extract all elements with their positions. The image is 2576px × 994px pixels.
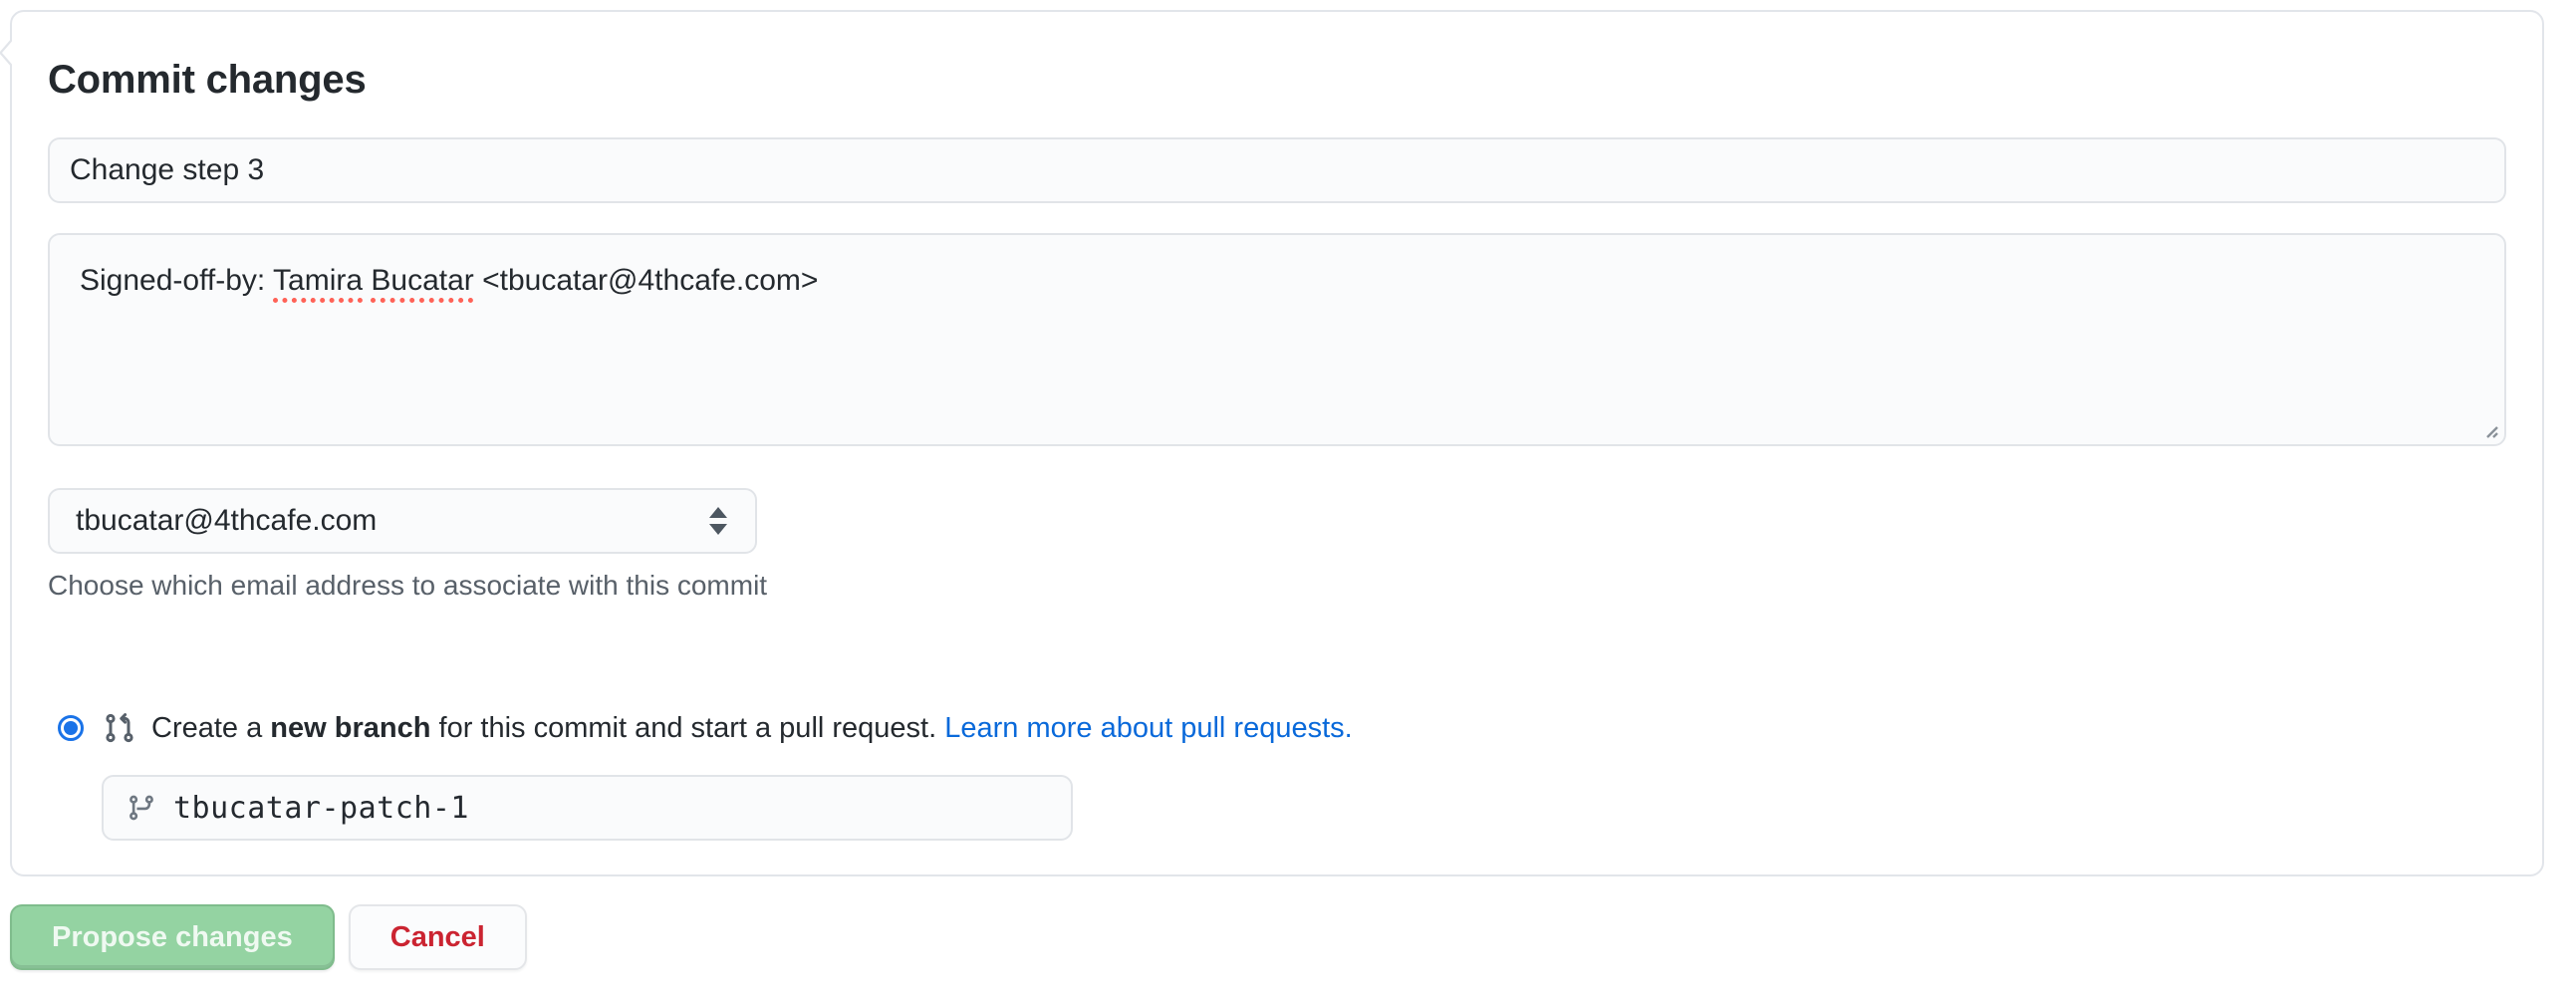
learn-more-link[interactable]: Learn more about pull requests. [944, 712, 1352, 744]
select-caret-icon [709, 507, 727, 535]
commit-page: Commit changes Signed-off-by: Tamira Buc… [0, 0, 2576, 994]
panel-caret-icon-inner [2, 38, 15, 68]
branch-option-label[interactable]: Create a new branch for this commit and … [151, 712, 1353, 745]
misspelled-word-last: Bucatar [371, 264, 473, 297]
resize-grip-icon[interactable] [2478, 418, 2500, 440]
label-text-after: for this commit and start a pull request… [430, 712, 944, 744]
description-prefix: Signed-off-by: [80, 264, 273, 297]
branch-name-text: tbucatar-patch-1 [173, 791, 469, 826]
radio-dot [64, 721, 78, 735]
commit-description-textarea[interactable]: Signed-off-by: Tamira Bucatar <tbucatar@… [48, 233, 2506, 446]
description-suffix: <tbucatar@4thcafe.com> [474, 264, 819, 297]
label-text-before: Create a [151, 712, 270, 744]
label-bold-text: new branch [270, 712, 430, 744]
git-pull-request-icon [104, 712, 135, 744]
page-title: Commit changes [48, 54, 2506, 106]
commit-title-input[interactable] [48, 137, 2506, 203]
cancel-button[interactable]: Cancel [349, 904, 527, 970]
commit-form-panel: Commit changes Signed-off-by: Tamira Buc… [10, 10, 2544, 876]
email-help-text: Choose which email address to associate … [48, 570, 2506, 602]
branch-name-input[interactable]: tbucatar-patch-1 [102, 775, 1073, 841]
branch-option-row: Create a new branch for this commit and … [48, 709, 2506, 747]
misspelled-word-first: Tamira [273, 264, 363, 297]
buttons-row: Propose changes Cancel [10, 904, 527, 970]
git-branch-icon [128, 794, 155, 822]
email-select[interactable]: tbucatar@4thcafe.com [48, 488, 757, 554]
email-select-value: tbucatar@4thcafe.com [76, 504, 377, 538]
new-branch-radio[interactable] [58, 715, 84, 741]
propose-changes-button[interactable]: Propose changes [10, 904, 335, 970]
description-text: Signed-off-by: Tamira Bucatar <tbucatar@… [80, 259, 2474, 303]
